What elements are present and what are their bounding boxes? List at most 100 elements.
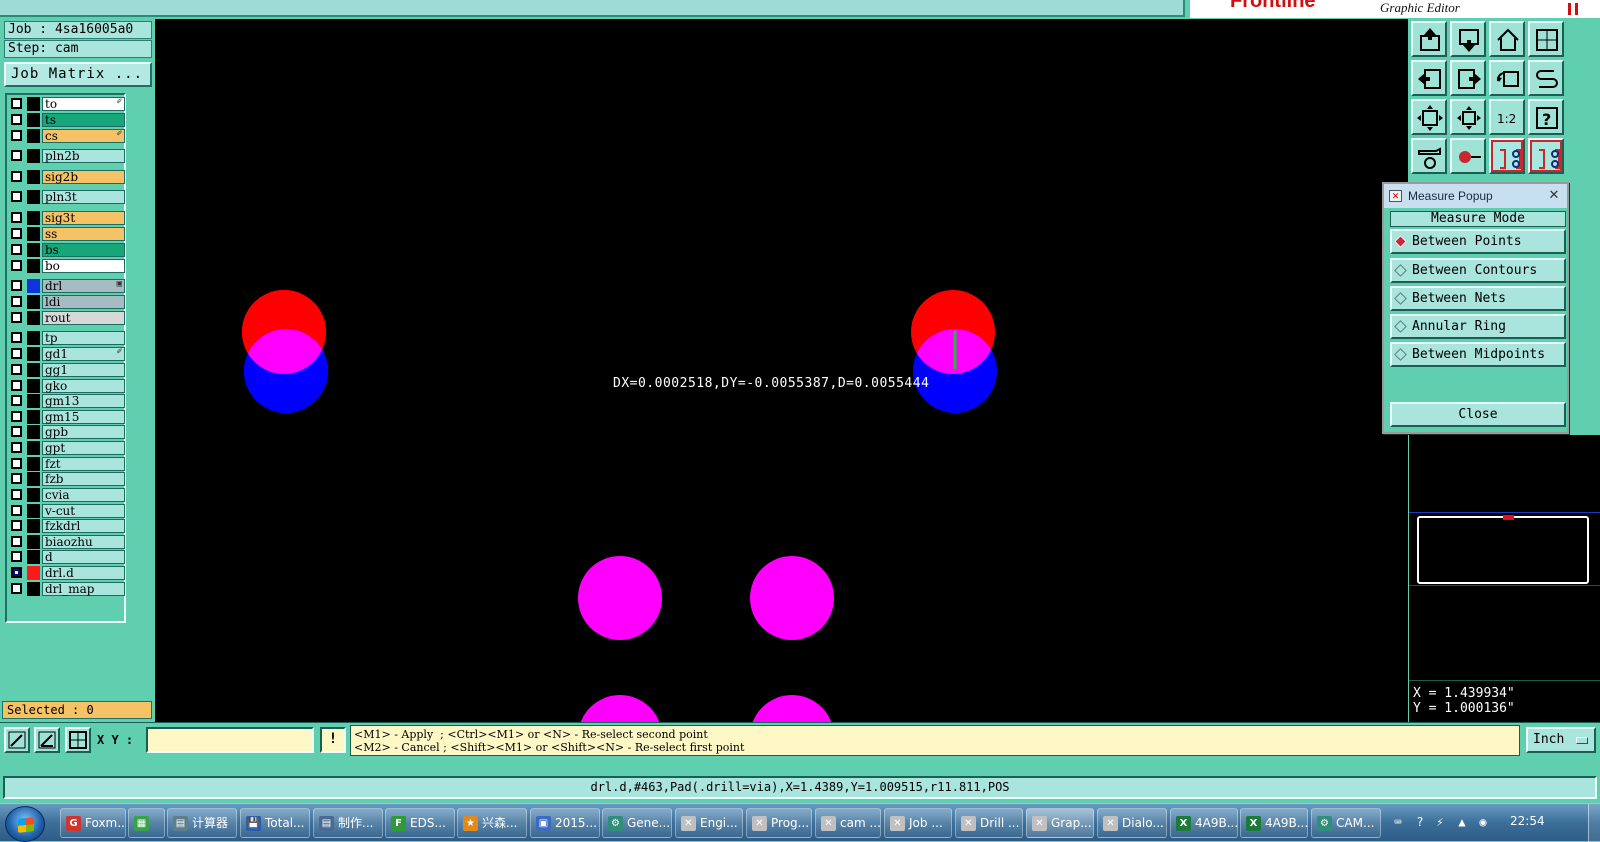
layer-color-swatch[interactable] [27,472,40,486]
taskbar-button[interactable]: ✕ Engi... [675,808,743,838]
layer-name[interactable]: fzkdrl [42,519,125,533]
layer-name[interactable]: biaozhu [42,535,125,549]
layer-color-swatch[interactable] [27,243,40,257]
window-icon[interactable] [1528,21,1564,57]
start-button[interactable] [5,806,45,842]
snap-icon[interactable] [4,727,30,753]
layer-color-swatch[interactable] [27,211,40,225]
keyboard-icon[interactable]: ⌨ [1390,814,1406,830]
layer-row[interactable]: drl ▣ [9,279,125,293]
layer-color-swatch[interactable] [27,363,40,377]
show-desktop-button[interactable] [1588,804,1600,842]
layer-row[interactable]: drl.d [9,566,125,580]
taskbar-button[interactable]: ✕ cam ... [815,808,881,838]
taskbar-button[interactable]: ▤ 制作... [313,808,383,838]
clock[interactable]: 22:54 [1510,814,1545,828]
layer-row[interactable]: fzkdrl [9,519,125,533]
layer-color-swatch[interactable] [27,394,40,408]
popup-titlebar[interactable]: ✕ Measure Popup ✕ [1384,184,1567,208]
layer-name[interactable]: tp [42,331,125,345]
layer-name[interactable]: ldi [42,295,125,309]
info-button[interactable]: ! [320,727,346,753]
move-left-icon[interactable] [1411,60,1447,96]
home-icon[interactable] [1489,21,1525,57]
help-tray-icon[interactable]: ? [1412,814,1428,830]
taskbar-button[interactable]: ▣ 2015... [530,808,600,838]
undo-zoom-icon[interactable] [1489,60,1525,96]
taskbar-button[interactable]: ✕ Drill ... [955,808,1023,838]
layer-color-swatch[interactable] [27,457,40,471]
layer-color-swatch[interactable] [27,190,40,204]
layer-checkbox[interactable] [11,567,22,578]
option-between-contours[interactable]: Between Contours [1390,258,1566,283]
taskbar-button[interactable]: ✕ Prog... [746,808,812,838]
layer-checkbox[interactable] [11,442,22,453]
layer-color-swatch[interactable] [27,410,40,424]
layer-name[interactable]: ss [42,227,125,241]
layer-row[interactable]: to ✐ [9,97,125,111]
move-up-icon[interactable] [1411,21,1447,57]
layer-row[interactable]: pln2b [9,149,125,163]
layer-row[interactable]: biaozhu [9,535,125,549]
taskbar-button[interactable]: X 4A9B... [1240,808,1308,838]
layer-name[interactable]: sig3t [42,211,125,225]
taskbar-button[interactable]: ▦ [128,808,165,838]
option-between-points[interactable]: Between Points [1390,229,1566,254]
layer-name[interactable]: d [42,550,125,564]
layer-row[interactable]: fzb [9,472,125,486]
redraw-icon[interactable] [1528,60,1564,96]
layer-row[interactable]: gg1 [9,363,125,377]
option-annular-ring[interactable]: Annular Ring [1390,314,1566,339]
layer-color-swatch[interactable] [27,425,40,439]
popup-close-button[interactable]: Close [1390,402,1566,427]
job-matrix-button[interactable]: Job Matrix ... [4,62,152,87]
help-icon[interactable]: ? [1528,99,1564,135]
layer-checkbox[interactable] [11,348,22,359]
net-highlight-icon[interactable] [1489,138,1525,174]
angle-snap-icon[interactable] [34,727,60,753]
option-between-midpoints[interactable]: Between Midpoints [1390,342,1566,367]
taskbar-button[interactable]: 💾 Total... [240,808,310,838]
option-between-nets[interactable]: Between Nets [1390,286,1566,311]
overview-map[interactable] [1409,435,1600,680]
layer-color-swatch[interactable] [27,295,40,309]
layer-row[interactable]: cvia [9,488,125,502]
layer-checkbox[interactable] [11,551,22,562]
layer-color-swatch[interactable] [27,504,40,518]
layer-row[interactable]: v-cut [9,504,125,518]
layer-name[interactable]: rout [42,311,125,325]
taskbar-button[interactable]: ✕ Job ... [884,808,952,838]
layer-name[interactable]: gpt [42,441,125,455]
layer-name[interactable]: to [42,97,125,111]
layer-row[interactable]: gpt [9,441,125,455]
move-right-icon[interactable] [1450,60,1486,96]
layer-color-swatch[interactable] [27,113,40,127]
layer-checkbox[interactable] [11,536,22,547]
layer-color-swatch[interactable] [27,227,40,241]
net-select-icon[interactable] [1528,138,1564,174]
unit-selector[interactable]: Inch [1526,727,1596,753]
layer-checkbox[interactable] [11,280,22,291]
xy-input[interactable] [146,727,314,753]
layer-name[interactable]: bs [42,243,125,257]
tray-expand-icon[interactable]: ▲ [1454,814,1470,830]
layer-name[interactable]: ts [42,113,125,127]
layer-checkbox[interactable] [11,505,22,516]
layer-name[interactable]: gg1 [42,363,125,377]
taskbar-button[interactable]: ★ 兴森... [457,808,527,838]
layer-color-swatch[interactable] [27,379,40,393]
layer-row[interactable]: sig3t [9,211,125,225]
layer-color-swatch[interactable] [27,149,40,163]
layer-color-swatch[interactable] [27,97,40,111]
layer-checkbox[interactable] [11,114,22,125]
taskbar-button[interactable]: ⚙ Gene... [602,808,672,838]
taskbar-button[interactable]: ✕ Dialo... [1097,808,1167,838]
layer-name[interactable]: gko [42,379,125,393]
layer-name[interactable]: gpb [42,425,125,439]
taskbar-button[interactable]: ⚙ CAM... [1311,808,1381,838]
taskbar-button[interactable]: X 4A9B... [1170,808,1238,838]
layer-color-swatch[interactable] [27,279,40,293]
layer-checkbox[interactable] [11,583,22,594]
layer-row[interactable]: ts [9,113,125,127]
pad-probe-icon[interactable] [1450,138,1486,174]
